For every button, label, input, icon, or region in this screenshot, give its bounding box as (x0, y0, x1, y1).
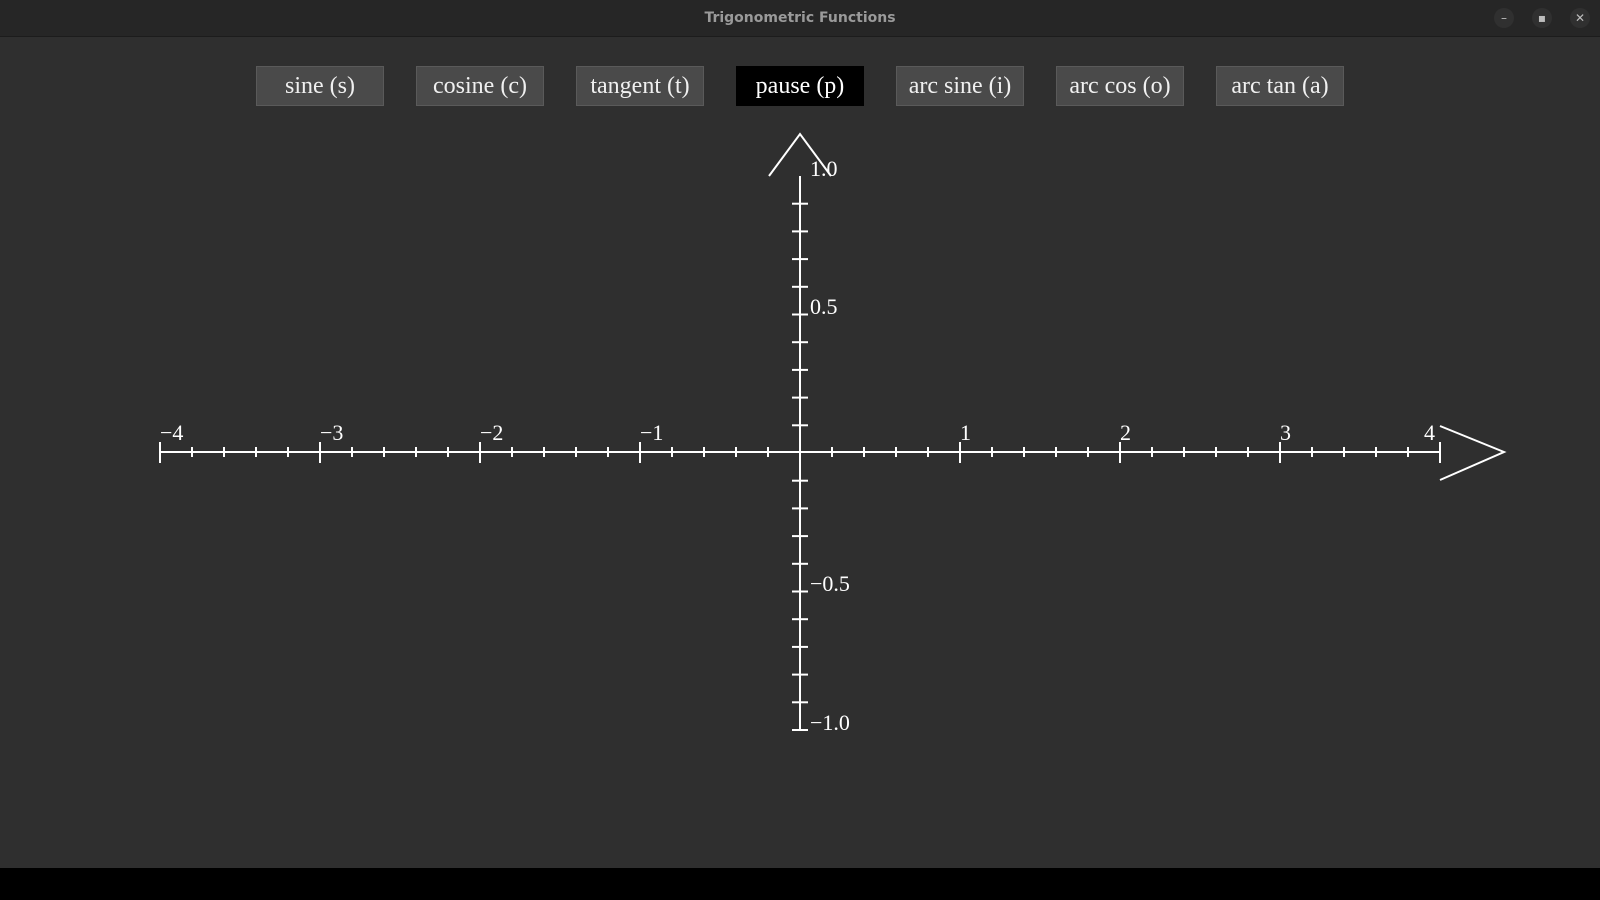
x-tick-label: 1 (960, 420, 971, 445)
y-tick-label: −0.5 (810, 571, 850, 596)
x-tick-label: −4 (160, 420, 183, 445)
x-tick-label: 3 (1280, 420, 1291, 445)
y-tick-label: −1.0 (810, 710, 850, 735)
x-tick-label: −2 (480, 420, 503, 445)
x-tick-label: 4 (1424, 420, 1435, 445)
x-tick-label: −1 (640, 420, 663, 445)
x-tick-label: 2 (1120, 420, 1131, 445)
x-tick-label: −3 (320, 420, 343, 445)
y-tick-label: 0.5 (810, 294, 838, 319)
y-tick-label: 1.0 (810, 156, 838, 181)
axes (159, 132, 1507, 731)
x-axis-arrow (1439, 425, 1507, 481)
bottom-bar (0, 868, 1600, 900)
coordinate-plot: −4 −3 −2 −1 1 2 3 4 1.0 0.5 −0.5 −1.0 (159, 132, 1507, 735)
app-window: Trigonometric Functions – ▪ ✕ sine (s) c… (0, 0, 1600, 868)
